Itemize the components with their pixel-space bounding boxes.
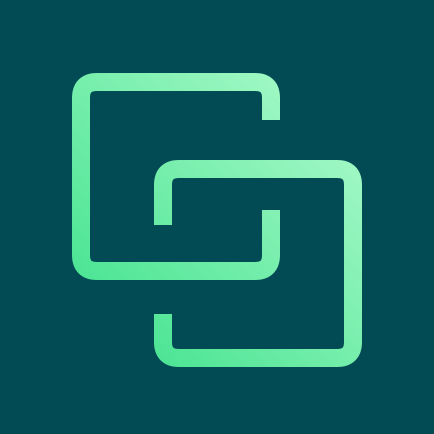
- linked-squares-icon: [0, 0, 434, 434]
- background: [0, 0, 434, 434]
- app-icon: [0, 0, 434, 434]
